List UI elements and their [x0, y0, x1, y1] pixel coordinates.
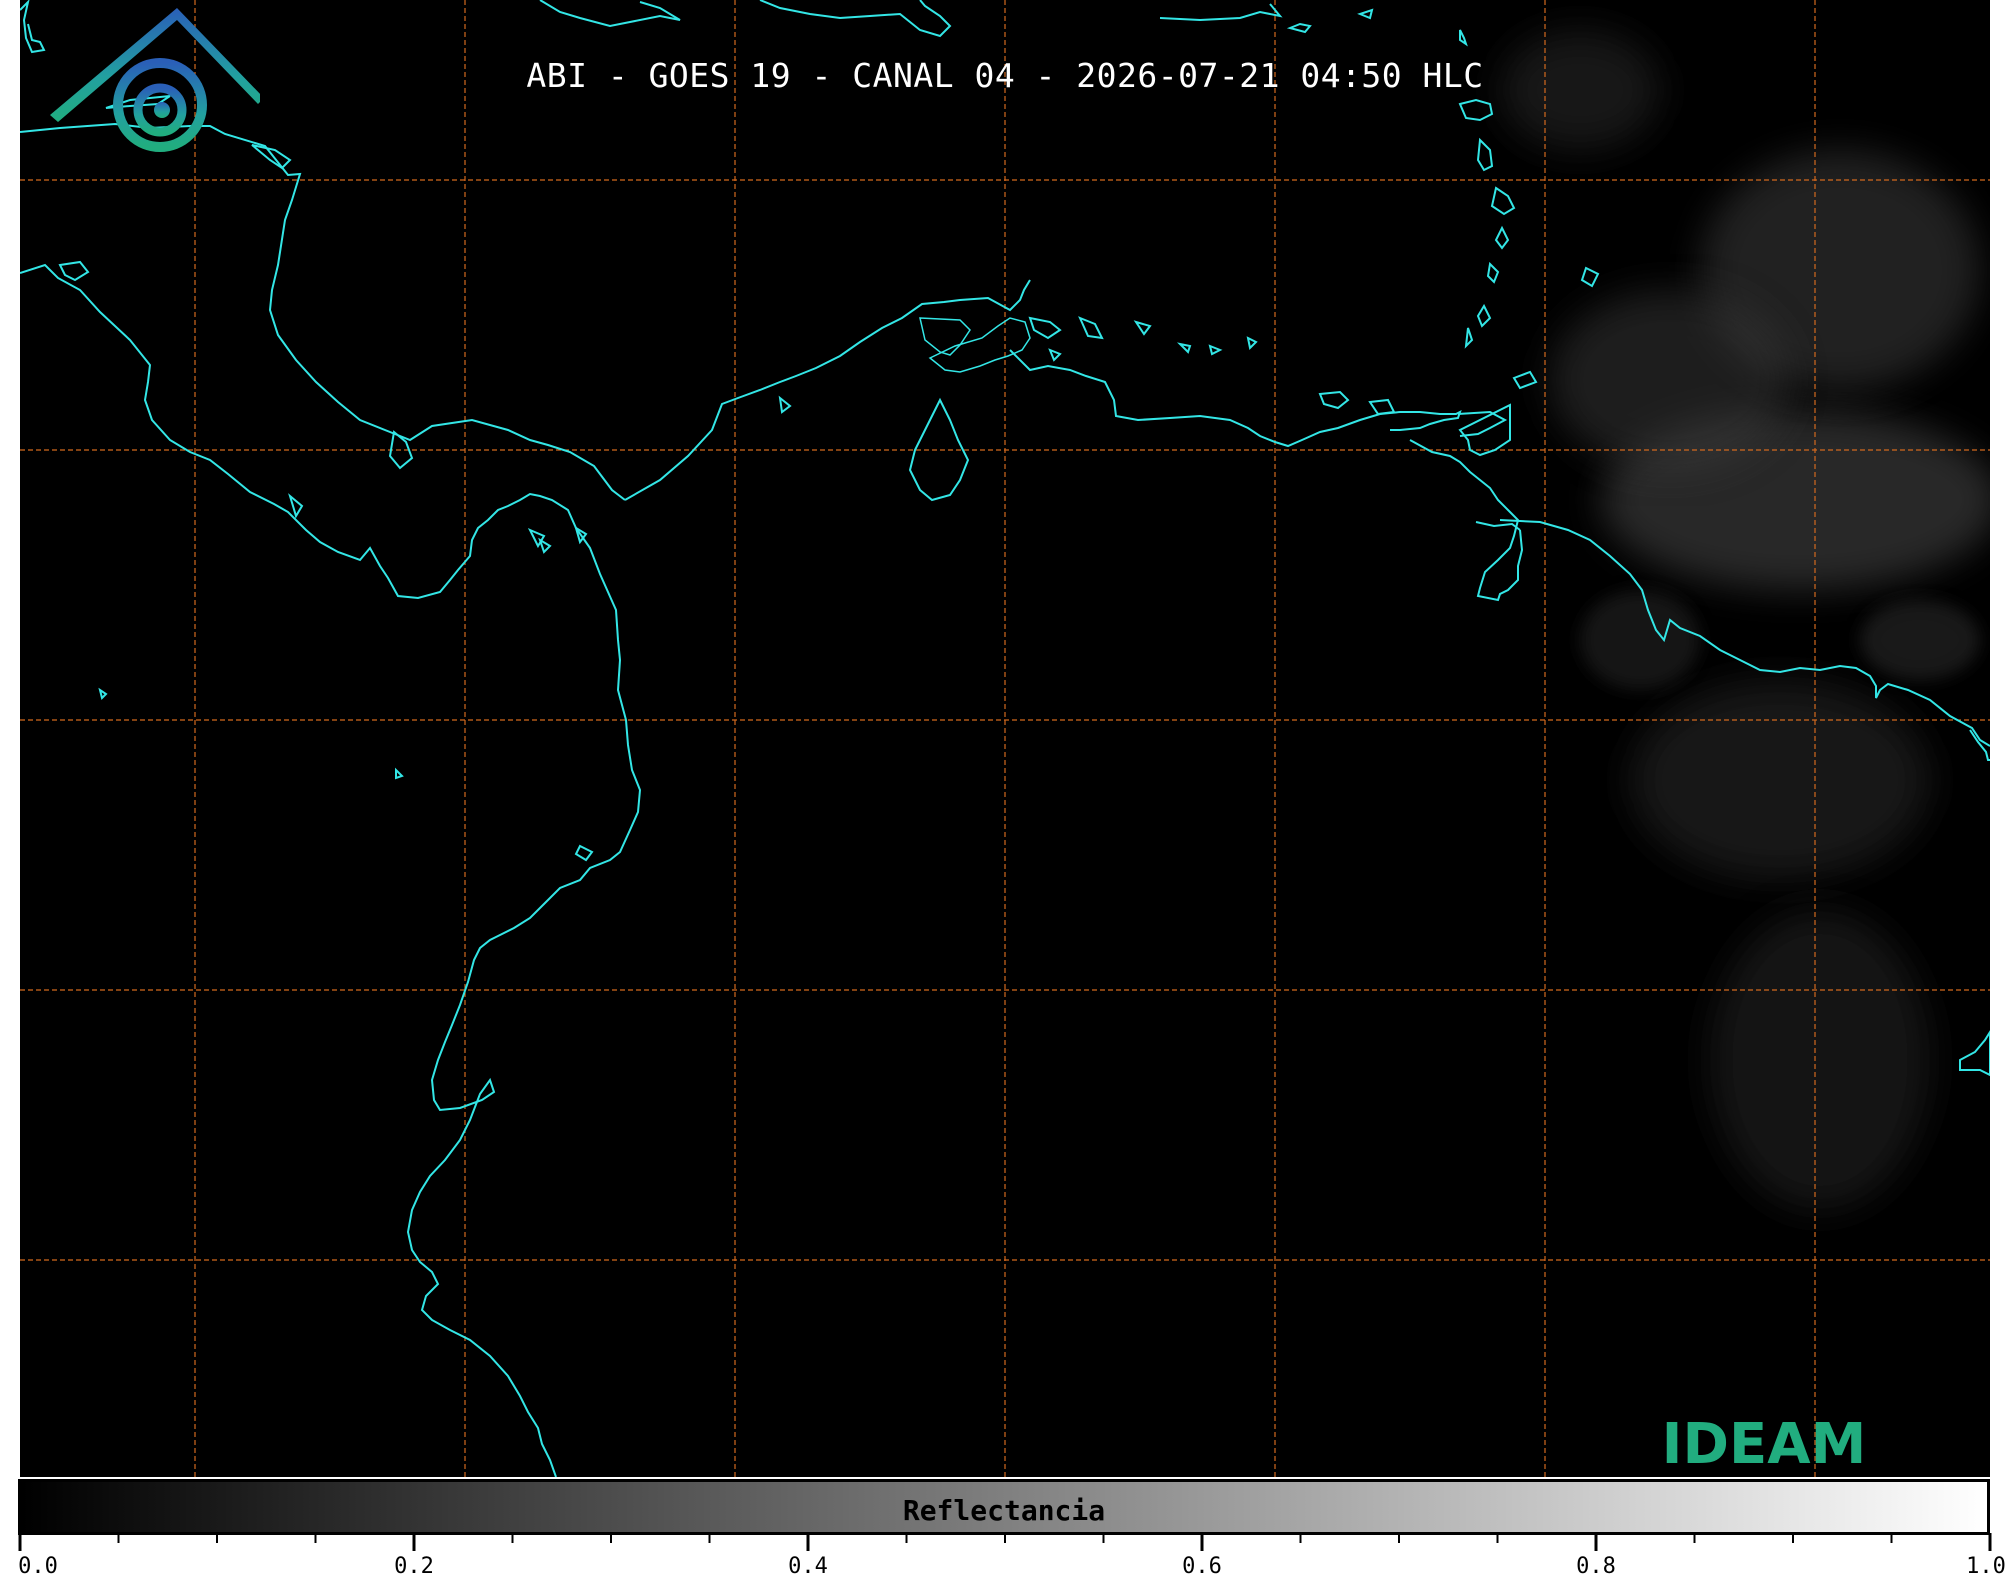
satellite-map[interactable]: ABI - GOES 19 - CANAL 04 - 2026-07-21 04…	[20, 0, 1990, 1477]
colorbar-ticks	[18, 1533, 1992, 1551]
colorbar-tick-label: 0.6	[1182, 1554, 1222, 1579]
ideam-logo-text: IDEAM	[1661, 1412, 1867, 1477]
colorbar-tick-label: 0.2	[394, 1554, 434, 1579]
colorbar: Reflectancia	[18, 1479, 1990, 1535]
ideam-logo-icon	[50, 8, 260, 152]
colorbar-tick-label: 0.4	[788, 1554, 828, 1579]
colorbar-tick-label: 0.8	[1576, 1554, 1616, 1579]
map-canvas	[20, 0, 1990, 1477]
colorbar-tick-label: 0.0	[18, 1554, 58, 1579]
colorbar-tick-label: 1.0	[1966, 1554, 2006, 1579]
map-title: ABI - GOES 19 - CANAL 04 - 2026-07-21 04…	[526, 56, 1484, 95]
cloud-field	[1500, 30, 1990, 1210]
colorbar-label: Reflectancia	[902, 1494, 1106, 1527]
